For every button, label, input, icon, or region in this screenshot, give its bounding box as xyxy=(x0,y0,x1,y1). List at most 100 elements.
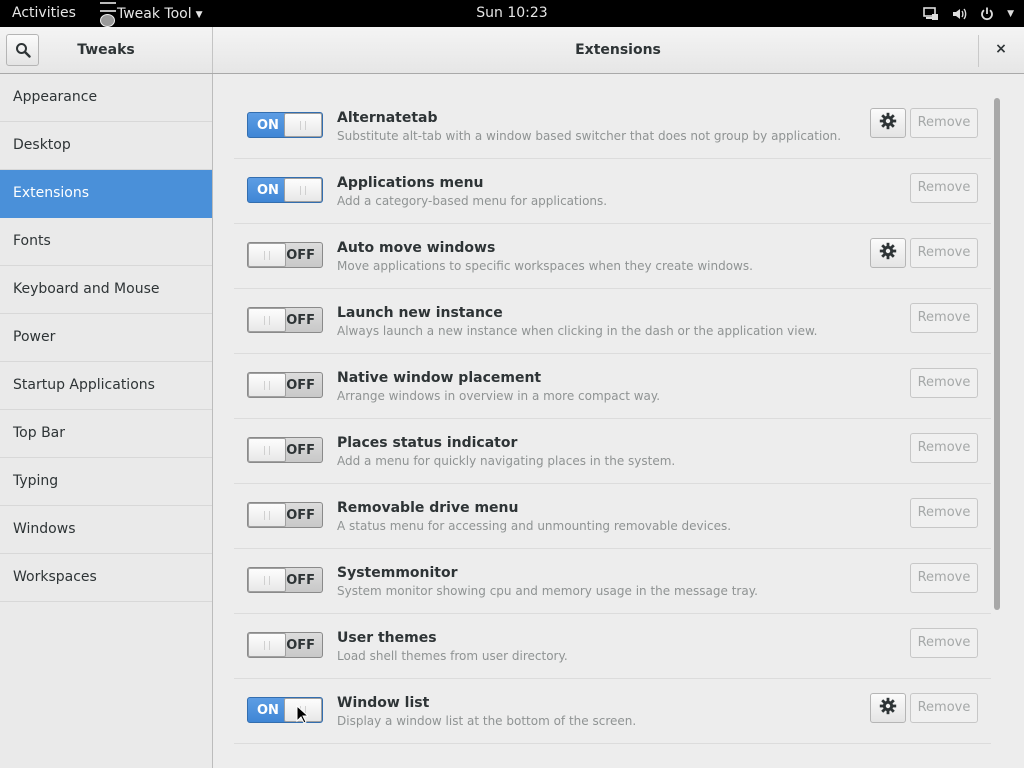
sidebar-header: Tweaks xyxy=(0,27,213,73)
toggle-switch-launch-new-instance[interactable]: OFF xyxy=(247,307,323,333)
extension-name: User themes xyxy=(337,630,437,646)
extension-name: Systemmonitor xyxy=(337,565,458,581)
sidebar-item-fonts[interactable]: Fonts xyxy=(0,218,212,266)
sidebar-item-power[interactable]: Power xyxy=(0,314,212,362)
caret-down-icon: ▼ xyxy=(195,9,203,20)
extension-row-systemmonitor: OFF Systemmonitor System monitor showing c… xyxy=(234,549,991,614)
extension-name: Removable drive menu xyxy=(337,500,519,516)
settings-button-window-list[interactable] xyxy=(870,693,906,723)
extension-row-alternatetab: ON Alternatetab Substitute alt-tab with a … xyxy=(234,94,991,159)
sidebar-item-typing[interactable]: Typing xyxy=(0,458,212,506)
toggle-state-label: OFF xyxy=(286,313,315,328)
toggle-state-label: OFF xyxy=(286,508,315,523)
sidebar-item-top-bar[interactable]: Top Bar xyxy=(0,410,212,458)
power-icon[interactable] xyxy=(979,6,995,22)
settings-button-alternatetab[interactable] xyxy=(870,108,906,138)
scrollbar[interactable] xyxy=(991,94,1001,749)
remove-button-removable-drive-menu[interactable]: Remove xyxy=(910,498,978,528)
mouse-pointer-icon xyxy=(296,704,310,728)
page-title: Extensions xyxy=(575,42,661,58)
extension-row-applications-menu: ON Applications menu Add a category-based … xyxy=(234,159,991,224)
sidebar-item-desktop[interactable]: Desktop xyxy=(0,122,212,170)
network-wired-icon[interactable] xyxy=(923,6,939,22)
extension-name: Auto move windows xyxy=(337,240,496,256)
settings-button-auto-move-windows[interactable] xyxy=(870,238,906,268)
toggle-knob[interactable] xyxy=(248,633,286,657)
toggle-knob[interactable] xyxy=(284,178,322,202)
sidebar: Appearance Desktop Extensions Fonts Keyboard… xyxy=(0,74,213,768)
remove-button-systemmonitor[interactable]: Remove xyxy=(910,563,978,593)
scrollbar-thumb[interactable] xyxy=(994,98,1000,610)
extension-description: System monitor showing cpu and memory us… xyxy=(337,584,758,598)
gear-icon xyxy=(879,697,897,719)
toggle-state-label: ON xyxy=(257,118,279,133)
extension-name: Alternatetab xyxy=(337,110,438,126)
extension-name: Places status indicator xyxy=(337,435,518,451)
close-button[interactable]: × xyxy=(989,41,1013,61)
sidebar-item-extensions[interactable]: Extensions xyxy=(0,170,212,218)
toggle-switch-removable-drive-menu[interactable]: OFF xyxy=(247,502,323,528)
extension-description: Substitute alt-tab with a window based s… xyxy=(337,129,842,143)
toggle-state-label: ON xyxy=(257,703,279,718)
toggle-switch-alternatetab[interactable]: ON xyxy=(247,112,323,138)
extension-row-places-status-indicator: OFF Places status indicator Add a menu for… xyxy=(234,419,991,484)
clock[interactable]: Sun 10:23 xyxy=(476,5,547,21)
toggle-knob[interactable] xyxy=(248,503,286,527)
gear-icon xyxy=(879,242,897,264)
sidebar-item-windows[interactable]: Windows xyxy=(0,506,212,554)
extension-description: Add a category-based menu for applicatio… xyxy=(337,194,608,208)
extension-description: Always launch a new instance when clicki… xyxy=(337,324,818,338)
toggle-state-label: OFF xyxy=(286,443,315,458)
toggle-knob[interactable] xyxy=(248,568,286,592)
search-button[interactable] xyxy=(6,34,39,66)
extension-list: ON Alternatetab Substitute alt-tab with a … xyxy=(234,94,991,744)
toggle-state-label: OFF xyxy=(286,378,315,393)
toggle-state-label: OFF xyxy=(286,573,315,588)
toggle-knob[interactable] xyxy=(248,308,286,332)
toggle-switch-auto-move-windows[interactable]: OFF xyxy=(247,242,323,268)
sidebar-item-startup-applications[interactable]: Startup Applications xyxy=(0,362,212,410)
remove-button-alternatetab[interactable]: Remove xyxy=(910,108,978,138)
sidebar-title: Tweaks xyxy=(77,42,135,58)
remove-button-places-status-indicator[interactable]: Remove xyxy=(910,433,978,463)
header-divider xyxy=(978,35,979,67)
app-menu-label: Tweak Tool xyxy=(117,5,192,22)
remove-button-window-list[interactable]: Remove xyxy=(910,693,978,723)
extension-description: A status menu for accessing and unmounti… xyxy=(337,519,732,533)
toggle-knob[interactable] xyxy=(248,373,286,397)
toggle-knob[interactable] xyxy=(248,243,286,267)
toggle-switch-systemmonitor[interactable]: OFF xyxy=(247,567,323,593)
activities-button[interactable]: Activities xyxy=(12,5,76,21)
top-bar: Activities Tweak Tool ▼ Sun 10:23 ▼ xyxy=(0,0,1024,27)
toggle-switch-user-themes[interactable]: OFF xyxy=(247,632,323,658)
toggle-switch-native-window-placement[interactable]: OFF xyxy=(247,372,323,398)
toggle-state-label: ON xyxy=(257,183,279,198)
window-header: Tweaks Extensions × xyxy=(0,27,1024,74)
extension-description: Add a menu for quickly navigating places… xyxy=(337,454,676,468)
extension-name: Launch new instance xyxy=(337,305,503,321)
remove-button-auto-move-windows[interactable]: Remove xyxy=(910,238,978,268)
chevron-down-icon[interactable]: ▼ xyxy=(1007,9,1014,19)
app-menu[interactable]: Tweak Tool ▼ xyxy=(97,0,203,27)
extension-row-user-themes: OFF User themes Load shell themes from use… xyxy=(234,614,991,679)
remove-button-user-themes[interactable]: Remove xyxy=(910,628,978,658)
toggle-switch-applications-menu[interactable]: ON xyxy=(247,177,323,203)
search-icon xyxy=(15,43,31,58)
sidebar-item-appearance[interactable]: Appearance xyxy=(0,74,212,122)
volume-icon[interactable] xyxy=(951,6,967,22)
toggle-switch-places-status-indicator[interactable]: OFF xyxy=(247,437,323,463)
tweak-tool-icon xyxy=(97,1,119,27)
remove-button-launch-new-instance[interactable]: Remove xyxy=(910,303,978,333)
sidebar-item-keyboard-and-mouse[interactable]: Keyboard and Mouse xyxy=(0,266,212,314)
sidebar-item-workspaces[interactable]: Workspaces xyxy=(0,554,212,602)
extension-row-auto-move-windows: OFF Auto move windows Move applications to… xyxy=(234,224,991,289)
extension-name: Native window placement xyxy=(337,370,542,386)
remove-button-native-window-placement[interactable]: Remove xyxy=(910,368,978,398)
remove-button-applications-menu[interactable]: Remove xyxy=(910,173,978,203)
toggle-knob[interactable] xyxy=(248,438,286,462)
system-tray[interactable]: ▼ xyxy=(923,0,1014,27)
extension-description: Move applications to specific workspaces… xyxy=(337,259,753,273)
toggle-knob[interactable] xyxy=(284,113,322,137)
gear-icon xyxy=(879,112,897,134)
toggle-switch-window-list[interactable]: ON xyxy=(247,697,323,723)
